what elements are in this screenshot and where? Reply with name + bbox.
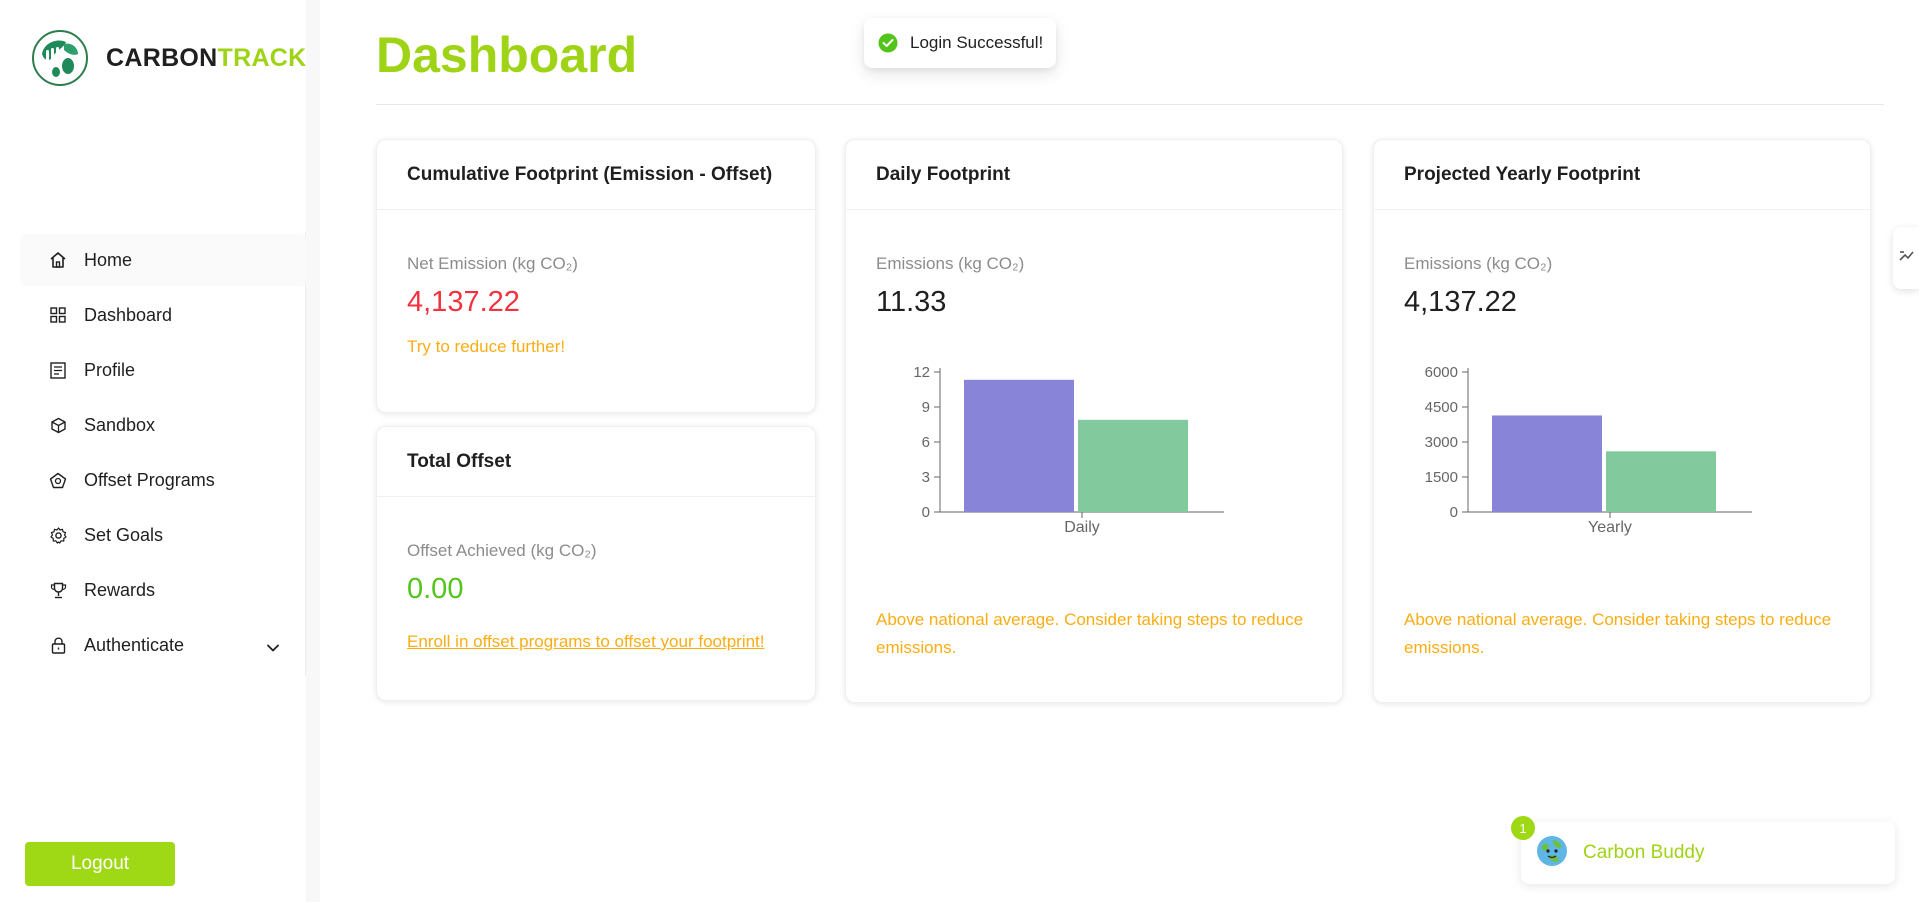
login-toast: Login Successful! xyxy=(864,18,1056,68)
brand-name-part1: CARBON xyxy=(106,43,218,72)
offset-achieved-label: Offset Achieved (kg CO₂) xyxy=(407,541,597,560)
yearly-footprint-card: Projected Yearly Footprint Emissions (kg… xyxy=(1373,139,1871,703)
y-tick-label: 4500 xyxy=(1425,399,1458,416)
chevron-down-icon[interactable] xyxy=(266,637,280,658)
net-emission-value: 4,137.22 xyxy=(407,286,520,318)
card-title: Cumulative Footprint (Emission - Offset) xyxy=(377,140,815,210)
brand[interactable]: CARBONTRACK xyxy=(32,30,307,86)
daily-footprint-chart: 036912DailyYour EmissionsNational Averag… xyxy=(913,364,1224,536)
check-circle-icon xyxy=(878,33,898,53)
y-tick-label: 3000 xyxy=(1425,434,1458,451)
yearly-footprint-chart: 01500300045006000YearlyYour EmissionsNat… xyxy=(1425,364,1752,536)
earth-avatar-icon xyxy=(1535,834,1569,873)
daily-note: Above national average. Consider taking … xyxy=(876,610,1304,657)
daily-emissions-label: Emissions (kg CO₂) xyxy=(876,254,1025,273)
y-tick-label: 12 xyxy=(913,364,930,381)
sidebar-item-offset-programs[interactable]: Offset Programs xyxy=(20,454,306,506)
offset-icon xyxy=(48,470,68,490)
carbon-buddy-button[interactable]: 1 Carbon Buddy xyxy=(1511,816,1895,884)
card-title: Daily Footprint xyxy=(846,140,1342,210)
sidebar-item-label: Home xyxy=(84,249,133,270)
home-icon xyxy=(48,250,68,270)
sidebar-item-dashboard[interactable]: Dashboard xyxy=(20,289,306,341)
net-emission-label: Net Emission (kg CO₂) xyxy=(407,254,578,273)
yearly-emissions-value: 4,137.22 xyxy=(1404,286,1517,318)
toast-message: Login Successful! xyxy=(910,33,1044,52)
total-offset-card: Total Offset Offset Achieved (kg CO₂) 0.… xyxy=(376,426,816,701)
y-tick-label: 6000 xyxy=(1425,364,1458,381)
sidebar-item-label: Dashboard xyxy=(84,304,173,325)
x-tick-label: Yearly xyxy=(1588,519,1632,536)
carbon-buddy-label: Carbon Buddy xyxy=(1583,842,1705,863)
offset-achieved-value: 0.00 xyxy=(407,573,464,605)
y-tick-label: 6 xyxy=(922,434,930,451)
side-panel-toggle[interactable] xyxy=(1893,227,1919,289)
bar-your-emissions xyxy=(1492,415,1602,512)
reduce-note: Try to reduce further! xyxy=(407,337,566,356)
sidebar-item-label: Offset Programs xyxy=(84,469,215,490)
notification-badge: 1 xyxy=(1511,816,1535,840)
collapse-icon xyxy=(1898,246,1914,271)
y-tick-label: 0 xyxy=(1450,504,1458,521)
footprint-globe-logo xyxy=(32,30,88,86)
sidebar-item-label: Authenticate xyxy=(84,634,185,655)
profile-icon xyxy=(48,360,68,380)
gear-icon xyxy=(48,525,68,545)
page-title: Dashboard xyxy=(376,27,638,83)
trophy-icon xyxy=(48,580,68,600)
y-tick-label: 3 xyxy=(922,469,930,486)
bar-your-emissions xyxy=(964,379,1074,512)
card-title: Projected Yearly Footprint xyxy=(1374,140,1870,210)
daily-footprint-card: Daily Footprint Emissions (kg CO₂) 11.33… xyxy=(845,139,1343,703)
cube-icon xyxy=(48,415,68,435)
y-tick-label: 0 xyxy=(922,504,930,521)
card-title: Total Offset xyxy=(377,427,815,497)
sidebar-menu: Home Dashboard Profile Sandbox Offset Pr… xyxy=(20,234,306,674)
y-tick-label: 1500 xyxy=(1425,469,1458,486)
title-divider xyxy=(376,104,1884,105)
daily-emissions-value: 11.33 xyxy=(876,286,947,318)
sidebar-item-label: Profile xyxy=(84,359,136,380)
sidebar-item-sandbox[interactable]: Sandbox xyxy=(20,399,306,451)
y-tick-label: 9 xyxy=(922,399,930,416)
sidebar-item-profile[interactable]: Profile xyxy=(20,344,306,396)
sidebar: CARBONTRACK Home Dashboard Profile Sandb… xyxy=(0,0,320,902)
sidebar-item-label: Rewards xyxy=(84,579,156,600)
grid-icon xyxy=(48,305,68,325)
bar-national-average xyxy=(1606,451,1716,512)
x-tick-label: Daily xyxy=(1064,519,1100,536)
lock-icon xyxy=(48,635,68,655)
cumulative-footprint-card: Cumulative Footprint (Emission - Offset)… xyxy=(376,139,816,413)
yearly-emissions-label: Emissions (kg CO₂) xyxy=(1404,254,1553,273)
yearly-note: Above national average. Consider taking … xyxy=(1404,610,1832,657)
sidebar-shade xyxy=(306,0,320,902)
sidebar-item-home[interactable]: Home xyxy=(20,234,306,286)
brand-name-part2: TRACK xyxy=(217,43,307,72)
brand-name: CARBONTRACK xyxy=(106,44,307,73)
sidebar-item-authenticate[interactable]: Authenticate xyxy=(20,619,306,671)
sidebar-item-label: Sandbox xyxy=(84,414,156,435)
enroll-offset-link[interactable]: Enroll in offset programs to offset your… xyxy=(407,632,785,652)
sidebar-item-set-goals[interactable]: Set Goals xyxy=(20,509,306,561)
logout-button[interactable]: Logout xyxy=(25,842,175,886)
sidebar-item-rewards[interactable]: Rewards xyxy=(20,564,306,616)
bar-national-average xyxy=(1078,419,1188,512)
sidebar-item-label: Set Goals xyxy=(84,524,164,545)
